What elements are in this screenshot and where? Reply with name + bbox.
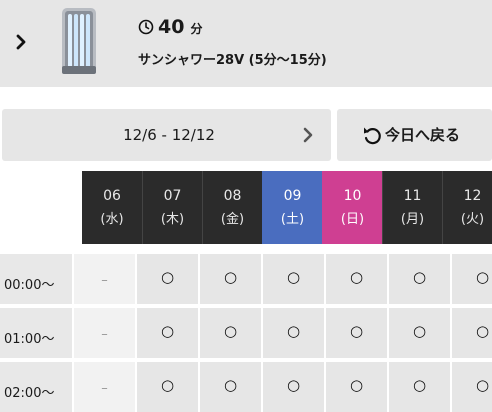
slot-available[interactable]: ○ <box>326 254 387 304</box>
slot-available[interactable]: ○ <box>389 362 450 412</box>
slot-available[interactable]: ○ <box>200 254 261 304</box>
slot-mark: ○ <box>475 268 490 286</box>
slot-mark: ○ <box>286 376 301 394</box>
date-day: 11 <box>403 188 422 204</box>
slot-mark: – <box>101 327 108 342</box>
slot-available[interactable]: ○ <box>137 308 198 358</box>
slot-available[interactable]: ○ <box>200 308 261 358</box>
slot-mark: ○ <box>412 376 427 394</box>
slot-available[interactable]: ○ <box>389 254 450 304</box>
slot-unavailable: – <box>74 308 135 358</box>
week-range: 12/6 - 12/12 <box>123 126 215 144</box>
date-weekday: (木) <box>160 212 185 227</box>
time-label: 01:00〜 <box>0 308 72 358</box>
time-label: 02:00〜 <box>0 362 72 412</box>
slot-available[interactable]: ○ <box>263 308 324 358</box>
date-weekday: (金) <box>220 212 245 227</box>
slot-mark: ○ <box>475 376 490 394</box>
date-weekday: (月) <box>400 212 425 227</box>
tanning-machine-image <box>62 8 96 74</box>
date-day: 06 <box>103 188 121 204</box>
slot-available[interactable]: ○ <box>452 308 492 358</box>
date-day: 10 <box>343 188 362 204</box>
date-column-12[interactable]: 12 (火) <box>442 171 492 244</box>
course-card[interactable]: 40 分 サンシャワー28V (5分〜15分) <box>0 0 492 87</box>
slot-available[interactable]: ○ <box>452 362 492 412</box>
date-weekday: (火) <box>460 212 485 227</box>
date-column-06[interactable]: 06 (水) <box>82 171 142 244</box>
slot-available[interactable]: ○ <box>389 308 450 358</box>
date-column-11[interactable]: 11 (月) <box>382 171 442 244</box>
date-weekday: (日) <box>340 212 365 227</box>
slot-mark: ○ <box>160 322 175 340</box>
slot-mark: ○ <box>223 376 238 394</box>
slot-available[interactable]: ○ <box>263 362 324 412</box>
date-day: 08 <box>223 188 242 204</box>
date-header: 06 (水) 07 (木) 08 (金) 09 (土) 10 (日) 11 (月… <box>82 171 492 244</box>
slot-mark: ○ <box>160 376 175 394</box>
slot-mark: ○ <box>223 322 238 340</box>
table-row: 00:00〜 – ○ ○ ○ ○ ○ ○ <box>0 254 492 304</box>
time-label: 00:00〜 <box>0 254 72 304</box>
slot-available[interactable]: ○ <box>326 308 387 358</box>
slot-available[interactable]: ○ <box>200 362 261 412</box>
slot-mark: ○ <box>412 322 427 340</box>
slot-available[interactable]: ○ <box>452 254 492 304</box>
chevron-right-icon[interactable] <box>298 124 318 146</box>
date-column-09[interactable]: 09 (土) <box>262 171 322 244</box>
slot-available[interactable]: ○ <box>137 362 198 412</box>
date-column-08[interactable]: 08 (金) <box>202 171 262 244</box>
slot-mark: ○ <box>349 322 364 340</box>
date-day: 12 <box>463 188 482 204</box>
slot-mark: ○ <box>412 268 427 286</box>
duration: 40 分 <box>138 14 202 40</box>
slot-mark: ○ <box>286 322 301 340</box>
slot-mark: – <box>101 381 108 396</box>
undo-icon <box>364 127 381 145</box>
slot-unavailable: – <box>74 362 135 412</box>
date-day: 07 <box>163 188 182 204</box>
slot-mark: ○ <box>349 376 364 394</box>
slot-mark: ○ <box>286 268 301 286</box>
date-day: 09 <box>283 188 302 204</box>
clock-icon <box>138 19 154 35</box>
date-weekday: (土) <box>280 212 305 227</box>
slot-mark: ○ <box>160 268 175 286</box>
date-column-07[interactable]: 07 (木) <box>142 171 202 244</box>
slot-mark: ○ <box>349 268 364 286</box>
slot-mark: – <box>101 273 108 288</box>
duration-value: 40 <box>158 16 185 38</box>
slot-mark: ○ <box>223 268 238 286</box>
course-name: サンシャワー28V (5分〜15分) <box>138 53 327 68</box>
slot-available[interactable]: ○ <box>263 254 324 304</box>
slot-mark: ○ <box>475 322 490 340</box>
chevron-right-icon <box>16 34 26 50</box>
slot-available[interactable]: ○ <box>137 254 198 304</box>
slot-unavailable: – <box>74 254 135 304</box>
date-weekday: (水) <box>100 212 124 227</box>
duration-unit: 分 <box>190 22 203 36</box>
slot-available[interactable]: ○ <box>326 362 387 412</box>
table-row: 02:00〜 – ○ ○ ○ ○ ○ ○ <box>0 362 492 412</box>
back-to-today-button[interactable]: 今日へ戻る <box>337 109 492 161</box>
week-navigator[interactable]: 12/6 - 12/12 <box>2 109 331 161</box>
table-row: 01:00〜 – ○ ○ ○ ○ ○ ○ <box>0 308 492 358</box>
back-to-today-label: 今日へ戻る <box>385 126 461 144</box>
date-column-10[interactable]: 10 (日) <box>322 171 382 244</box>
